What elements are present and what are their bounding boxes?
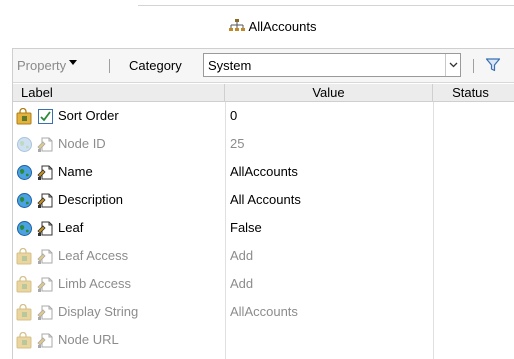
row-label: Limb Access (58, 276, 131, 291)
row-icons (16, 331, 54, 349)
table-row[interactable]: Name AllAccounts (13, 158, 514, 186)
hierarchy-icon (228, 18, 246, 34)
table-row[interactable]: Sort Order 0 (13, 102, 514, 130)
title-bar: AllAccounts (0, 14, 514, 38)
row-value[interactable]: 0 (230, 108, 237, 123)
toolbar-separator (109, 59, 110, 73)
filter-icon (485, 58, 501, 72)
chevron-down-icon (449, 62, 457, 68)
row-label: Leaf Access (58, 248, 129, 263)
lock-folder-icon (16, 303, 33, 321)
caret-down-icon (69, 60, 78, 65)
row-value[interactable]: False (230, 220, 262, 235)
document-icon (37, 332, 54, 349)
property-grid-window: AllAccounts Property Category System Lab… (0, 0, 514, 359)
lock-folder-icon (16, 247, 33, 265)
document-icon (37, 220, 54, 237)
table-row[interactable]: Display String AllAccounts (13, 298, 514, 326)
row-value[interactable]: AllAccounts (230, 164, 298, 179)
property-menu-label: Property (17, 58, 67, 73)
property-menu-button[interactable]: Property (17, 58, 78, 73)
page-title: AllAccounts (248, 18, 317, 34)
document-icon (37, 164, 54, 181)
toolbar: Property Category System (13, 49, 514, 83)
document-icon (37, 192, 54, 209)
row-label: Description (58, 192, 124, 207)
document-icon (37, 248, 54, 265)
row-label: Display String (58, 304, 139, 319)
lock-folder-icon (16, 107, 33, 125)
row-icons (16, 275, 54, 293)
column-header-status[interactable]: Status (433, 84, 514, 101)
row-icons (16, 219, 54, 237)
table-row[interactable]: Node URL (13, 326, 514, 354)
checkbox-checked-icon (37, 108, 54, 125)
property-panel: Property Category System Label Value Sta… (12, 48, 514, 359)
globe-icon (16, 220, 33, 237)
row-label: Leaf (58, 220, 84, 235)
row-value: 25 (230, 136, 245, 151)
title-wrap: AllAccounts (228, 18, 317, 34)
row-value[interactable]: All Accounts (230, 192, 301, 207)
document-icon (37, 276, 54, 293)
row-icons (16, 303, 54, 321)
lock-folder-icon (16, 331, 33, 349)
top-divider (138, 5, 514, 6)
row-value: AllAccounts (230, 304, 298, 319)
row-icons (16, 247, 54, 265)
table-row[interactable]: Description All Accounts (13, 186, 514, 214)
grid-body: Sort Order 0 Node ID 25 Name AllAccounts Descr… (13, 102, 514, 359)
grid-header: Label Value Status (13, 84, 514, 102)
column-header-label[interactable]: Label (13, 84, 225, 101)
dropdown-button[interactable] (445, 54, 460, 76)
row-label: Name (58, 164, 93, 179)
globe-icon (16, 192, 33, 209)
globe-icon (16, 136, 33, 153)
category-label: Category (129, 58, 182, 73)
table-row[interactable]: Leaf False (13, 214, 514, 242)
document-icon (37, 304, 54, 321)
row-icons (16, 135, 54, 153)
row-value: Add (230, 276, 254, 291)
row-icons (16, 163, 54, 181)
row-label: Node ID (58, 136, 106, 151)
table-row[interactable]: Node ID 25 (13, 130, 514, 158)
category-select[interactable]: System (203, 53, 461, 77)
row-icons (16, 191, 54, 209)
table-row[interactable]: Leaf Access Add (13, 242, 514, 270)
row-icons (16, 107, 54, 125)
filter-button[interactable] (485, 57, 501, 73)
column-header-value[interactable]: Value (225, 84, 433, 101)
row-label: Node URL (58, 332, 119, 347)
globe-icon (16, 164, 33, 181)
row-label: Sort Order (58, 108, 119, 123)
lock-folder-icon (16, 275, 33, 293)
row-value: Add (230, 248, 254, 263)
document-icon (37, 136, 54, 153)
toolbar-separator-2 (473, 59, 474, 73)
category-select-value: System (208, 58, 252, 73)
table-row[interactable]: Limb Access Add (13, 270, 514, 298)
